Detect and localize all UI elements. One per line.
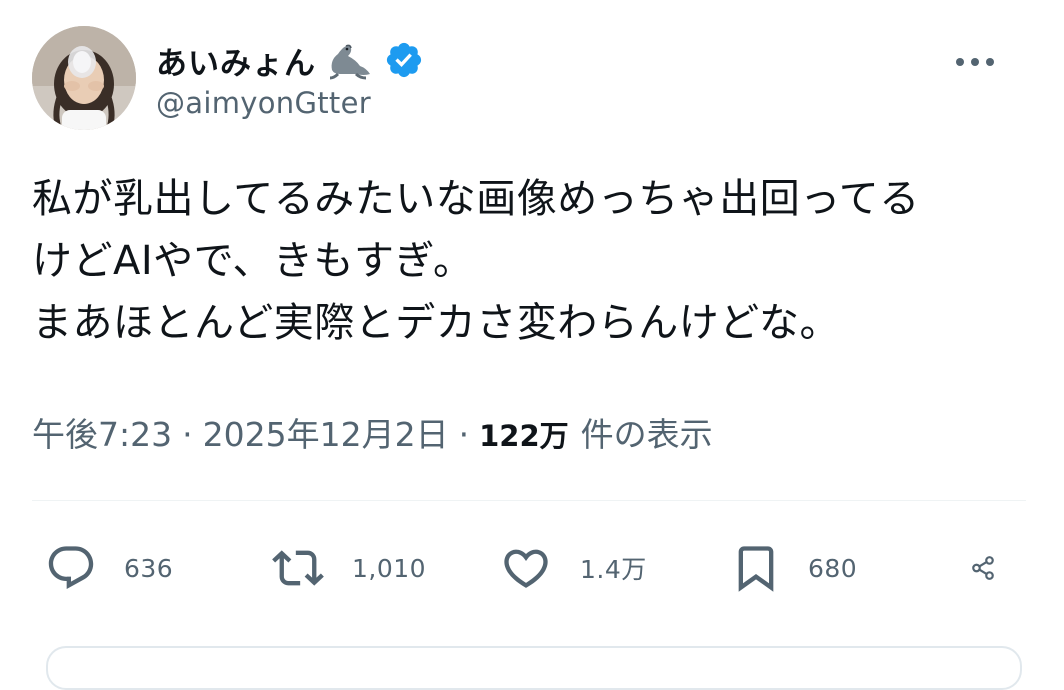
bookmark-button[interactable]: 680: [730, 530, 857, 606]
reply-count: 636: [124, 553, 174, 583]
repost-icon: [272, 550, 324, 586]
tweet-text-line: けどAIやで、きもすぎ。: [32, 238, 474, 284]
reply-composer-edge[interactable]: [46, 646, 1022, 690]
author-display-name[interactable]: あいみょん: [156, 38, 316, 83]
bookmark-icon: [738, 546, 774, 592]
meta-separator: ·: [182, 415, 193, 454]
verified-badge-icon: [386, 42, 422, 78]
more-button[interactable]: [950, 44, 1000, 80]
tweet-text-line: まあほとんど実際とデカさ変わらんけどな。: [32, 300, 840, 346]
reply-button[interactable]: 636: [44, 530, 173, 606]
meta-separator: ·: [458, 415, 470, 454]
share-button[interactable]: [970, 530, 996, 606]
views-count[interactable]: 122万: [479, 413, 569, 455]
repost-button[interactable]: 1,010: [270, 530, 426, 606]
tweet-meta: 午後7:23 · 2025年12月2日 · 122万 件の表示: [32, 408, 713, 456]
seal-emoji-icon: [329, 44, 370, 80]
divider: [32, 500, 1026, 501]
heart-icon: [504, 549, 548, 588]
avatar[interactable]: [32, 26, 136, 130]
tweet-text-line: 私が乳出してるみたいな画像めっちゃ出回ってる: [32, 176, 920, 222]
more-icon: [956, 58, 994, 66]
author-handle[interactable]: @aimyonGtter: [156, 86, 371, 120]
like-count: 1.4万: [580, 555, 647, 584]
avatar-photo: [32, 26, 136, 130]
tweet-time[interactable]: 午後7:23: [32, 408, 172, 456]
reply-icon: [48, 546, 94, 590]
like-button[interactable]: 1.4万: [498, 530, 647, 606]
tweet-date[interactable]: 2025年12月2日: [203, 408, 449, 456]
bookmark-count: 680: [808, 553, 858, 583]
author-name-row[interactable]: あいみょん: [156, 38, 424, 82]
share-icon: [972, 556, 994, 580]
repost-count: 1,010: [352, 553, 427, 583]
tweet-text: 私が乳出してるみたいな画像めっちゃ出回ってる けどAIやで、きもすぎ。 まあほと…: [32, 168, 1032, 354]
views-label[interactable]: 件の表示: [581, 408, 713, 456]
action-bar: 636 1,010 1.4万 680: [0, 530, 1064, 606]
